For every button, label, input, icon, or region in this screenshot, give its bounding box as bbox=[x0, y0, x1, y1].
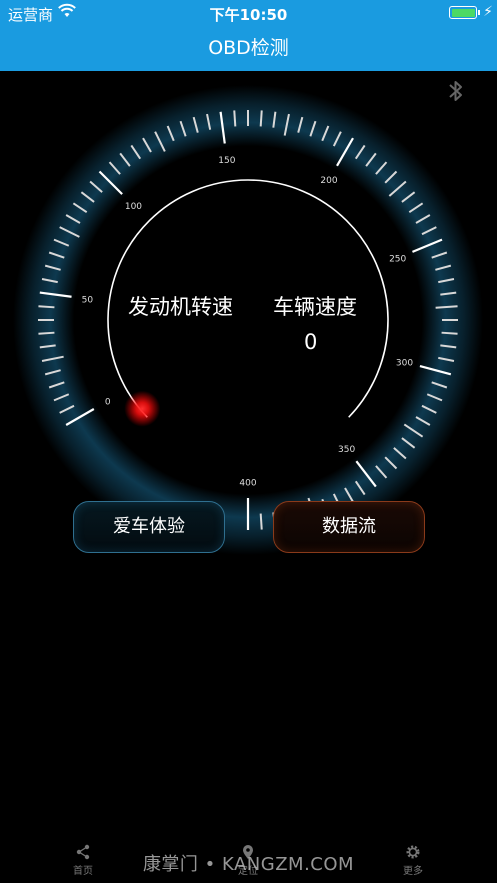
watermark-text: 康掌门 • KANGZM.COM bbox=[142, 854, 355, 875]
vehicle-speed-value: 0 bbox=[304, 330, 318, 354]
gauge-tick-label: 100 bbox=[125, 202, 142, 212]
gauge-tick-label: 50 bbox=[82, 295, 94, 305]
gauge-tick-label: 150 bbox=[218, 156, 235, 166]
rpm-needle-indicator bbox=[124, 390, 161, 427]
gauge-minor-tick bbox=[38, 305, 55, 309]
gauge-tick-label: 0 bbox=[105, 398, 111, 408]
speed-gauge: 0 50 100 150 200 250 300 350 400 bbox=[13, 85, 483, 555]
vehicle-speed-label: 车辆速度 bbox=[273, 295, 357, 319]
engine-rpm-label: 发动机转速 bbox=[128, 295, 233, 319]
gauge-tick-label: 400 bbox=[239, 479, 256, 489]
car-experience-button[interactable]: 爱车体验 bbox=[73, 501, 225, 553]
gauge-tick-label: 250 bbox=[389, 255, 406, 265]
gauge-minor-tick bbox=[259, 513, 263, 530]
gauge-minor-tick bbox=[38, 331, 55, 335]
gauge-tick-label: 300 bbox=[396, 358, 413, 368]
gauge-minor-tick bbox=[441, 331, 458, 335]
data-stream-button[interactable]: 数据流 bbox=[273, 501, 425, 553]
gauge-minor-tick bbox=[233, 110, 237, 127]
gauge-minor-tick bbox=[259, 110, 263, 127]
gauge-tick-label: 200 bbox=[320, 176, 337, 186]
gauge-tick-label: 350 bbox=[338, 445, 355, 455]
